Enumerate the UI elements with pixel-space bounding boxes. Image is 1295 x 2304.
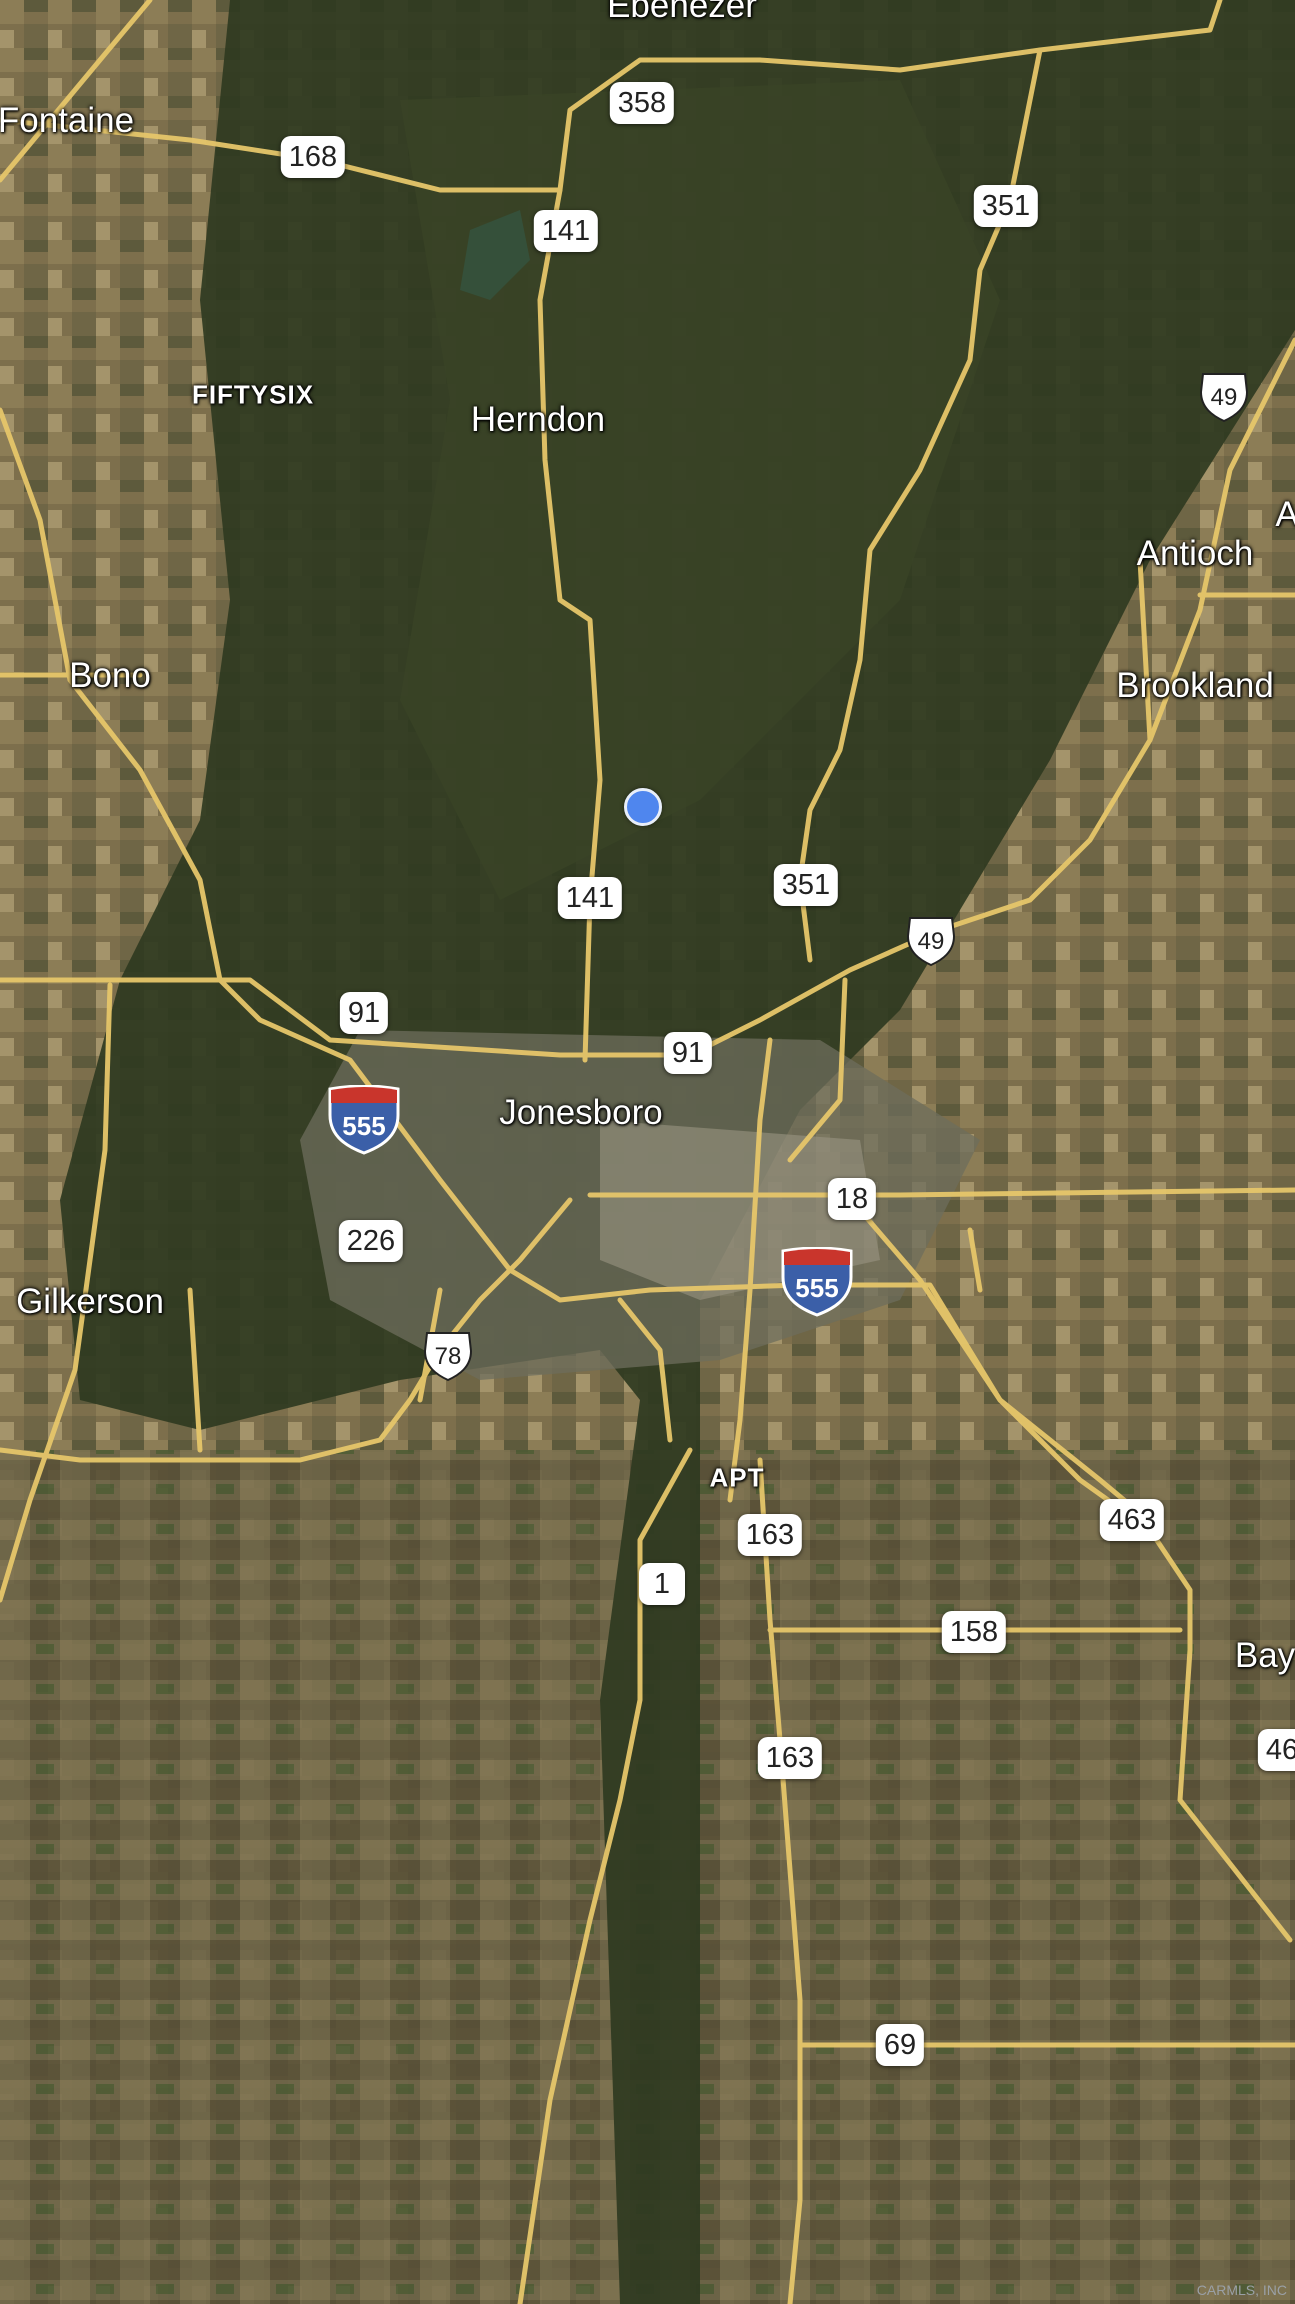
us-route-number: 78 xyxy=(434,1343,462,1370)
interstate-shield-555-east: 555 xyxy=(779,1247,855,1317)
us-route-shield-49-south: 49 xyxy=(904,914,958,968)
us-route-shield-49-north: 49 xyxy=(1197,370,1251,424)
us-route-shield-78: 78 xyxy=(421,1329,475,1383)
route-shield-168: 168 xyxy=(280,136,346,178)
route-shield-226: 226 xyxy=(338,1220,404,1262)
route-shield-141-south: 141 xyxy=(557,877,623,919)
place-label-ebenezer: Ebenezer xyxy=(607,0,757,25)
route-shield-69: 69 xyxy=(875,2024,925,2066)
place-label-bay: Bay xyxy=(1234,1636,1295,1675)
route-shield-1: 1 xyxy=(639,1563,685,1605)
route-shield-91-east: 91 xyxy=(663,1032,713,1074)
us-route-number: 49 xyxy=(1210,384,1238,411)
map-canvas xyxy=(0,0,1295,2304)
location-marker[interactable] xyxy=(624,788,662,826)
place-label-antioch-partial: A xyxy=(1275,495,1295,534)
interstate-number: 555 xyxy=(342,1111,386,1141)
route-shield-351-south: 351 xyxy=(773,864,839,906)
place-label-bono: Bono xyxy=(69,656,151,695)
route-shield-158: 158 xyxy=(941,1611,1007,1653)
route-shield-18: 18 xyxy=(827,1178,877,1220)
route-shield-46-partial: 46 xyxy=(1257,1729,1295,1771)
route-shield-358: 358 xyxy=(609,82,675,124)
route-shield-141-north: 141 xyxy=(533,210,599,252)
route-shield-163-south: 163 xyxy=(757,1737,823,1779)
interstate-number: 555 xyxy=(795,1273,839,1303)
place-label-antioch: Antioch xyxy=(1136,534,1254,573)
place-label-jonesboro: Jonesboro xyxy=(499,1093,663,1132)
interstate-shield-555-west: 555 xyxy=(326,1085,402,1155)
route-shield-91-west: 91 xyxy=(339,992,389,1034)
place-label-gilkerson: Gilkerson xyxy=(16,1282,164,1321)
us-route-number: 49 xyxy=(917,928,945,955)
place-label-herndon: Herndon xyxy=(470,400,606,439)
route-shield-463: 463 xyxy=(1099,1499,1165,1541)
route-shield-163-north: 163 xyxy=(737,1514,803,1556)
place-label-brookland: Brookland xyxy=(1116,666,1274,705)
place-label-fiftysix: FIFTYSIX xyxy=(191,379,315,410)
place-label-fontaine: Fontaine xyxy=(0,101,135,140)
place-label-apt: APT xyxy=(709,1462,765,1493)
route-shield-351-north: 351 xyxy=(973,185,1039,227)
watermark: CARMLS, INC xyxy=(1196,2282,1287,2298)
satellite-map[interactable]: Ebenezer Fontaine FIFTYSIX Herndon Antio… xyxy=(0,0,1295,2304)
